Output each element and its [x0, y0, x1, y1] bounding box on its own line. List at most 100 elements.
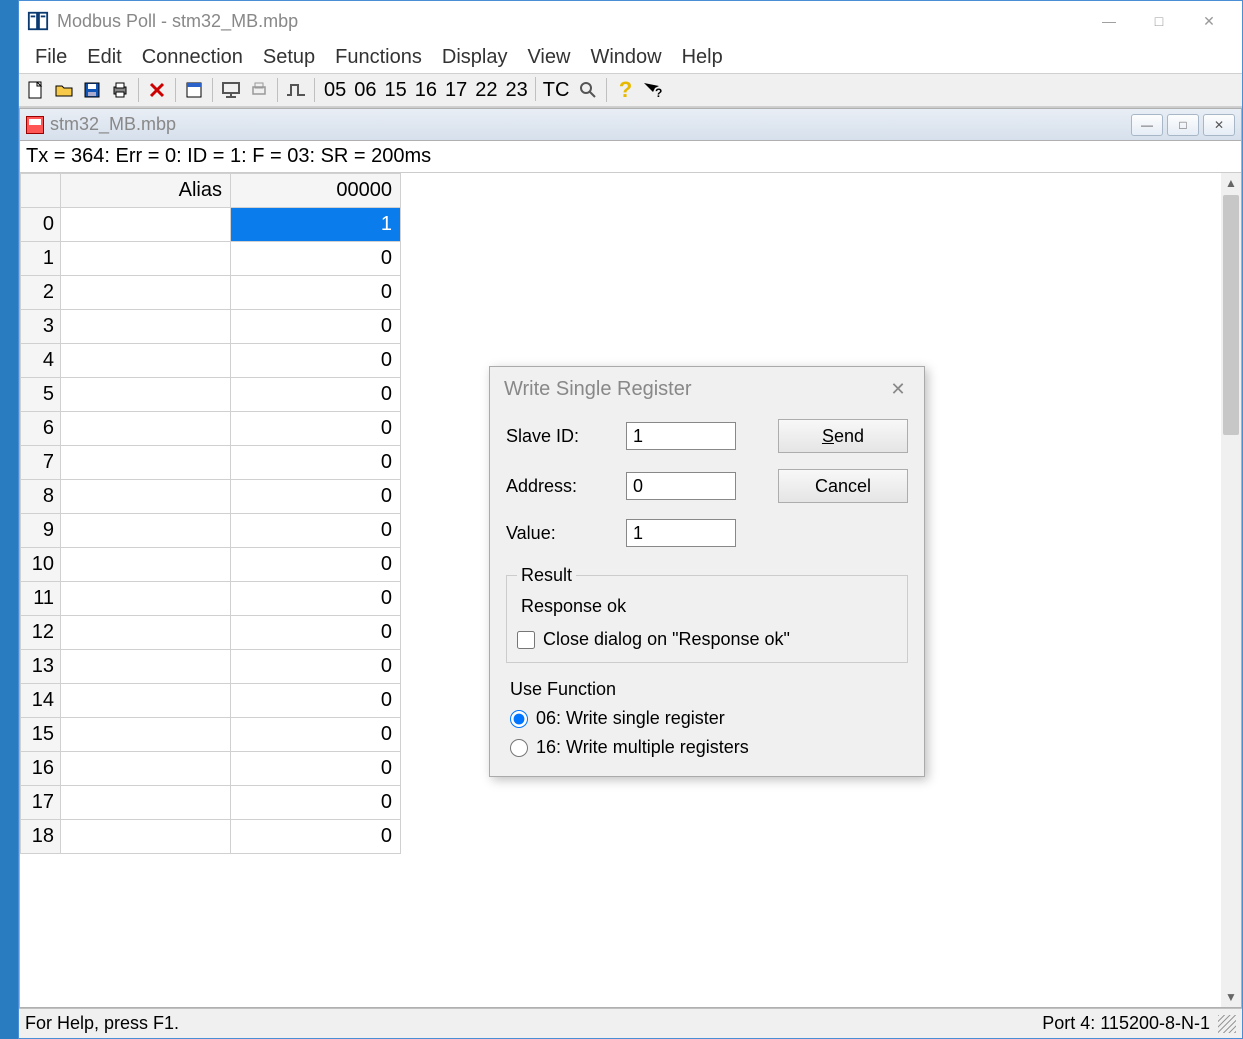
- row-header[interactable]: 15: [21, 718, 61, 752]
- function-16-radio[interactable]: 16: Write multiple registers: [510, 733, 904, 762]
- alias-cell[interactable]: [61, 650, 231, 684]
- help-icon[interactable]: ?: [612, 77, 638, 103]
- value-cell[interactable]: 0: [231, 718, 401, 752]
- resize-grip-icon[interactable]: [1218, 1015, 1236, 1033]
- function-06-radio[interactable]: 06: Write single register: [510, 704, 904, 733]
- delete-icon[interactable]: [144, 77, 170, 103]
- function-06-input[interactable]: [510, 710, 528, 728]
- alias-cell[interactable]: [61, 446, 231, 480]
- column-alias[interactable]: Alias: [61, 174, 231, 208]
- row-header[interactable]: 16: [21, 752, 61, 786]
- cancel-button[interactable]: Cancel: [778, 469, 908, 503]
- alias-cell[interactable]: [61, 752, 231, 786]
- toolbar-16[interactable]: 16: [411, 77, 441, 103]
- table-row[interactable]: 01: [21, 208, 401, 242]
- alias-cell[interactable]: [61, 344, 231, 378]
- value-cell[interactable]: 0: [231, 650, 401, 684]
- row-header[interactable]: 11: [21, 582, 61, 616]
- value-cell[interactable]: 0: [231, 514, 401, 548]
- alias-cell[interactable]: [61, 310, 231, 344]
- close-on-ok-checkbox[interactable]: Close dialog on "Response ok": [517, 625, 897, 654]
- table-row[interactable]: 20: [21, 276, 401, 310]
- table-row[interactable]: 80: [21, 480, 401, 514]
- value-cell[interactable]: 1: [231, 208, 401, 242]
- alias-cell[interactable]: [61, 786, 231, 820]
- menu-file[interactable]: File: [25, 44, 77, 71]
- toolbar-17[interactable]: 17: [441, 77, 471, 103]
- child-minimize-button[interactable]: —: [1131, 114, 1163, 136]
- row-header[interactable]: 18: [21, 820, 61, 854]
- alias-cell[interactable]: [61, 378, 231, 412]
- scroll-up-icon[interactable]: ▲: [1221, 173, 1241, 193]
- column-00000[interactable]: 00000: [231, 174, 401, 208]
- send-button[interactable]: Send: [778, 419, 908, 453]
- toolbar-23[interactable]: 23: [502, 77, 532, 103]
- menu-window[interactable]: Window: [580, 44, 671, 71]
- table-row[interactable]: 10: [21, 242, 401, 276]
- table-row[interactable]: 50: [21, 378, 401, 412]
- alias-cell[interactable]: [61, 616, 231, 650]
- row-header[interactable]: 1: [21, 242, 61, 276]
- row-header[interactable]: 10: [21, 548, 61, 582]
- table-row[interactable]: 11 0: [21, 582, 401, 616]
- value-input[interactable]: [626, 519, 736, 547]
- table-row[interactable]: 18 0: [21, 820, 401, 854]
- alias-cell[interactable]: [61, 548, 231, 582]
- pulse-icon[interactable]: [283, 77, 309, 103]
- maximize-button[interactable]: □: [1134, 6, 1184, 36]
- menu-display[interactable]: Display: [432, 44, 518, 71]
- table-row[interactable]: 60: [21, 412, 401, 446]
- table-row[interactable]: 160: [21, 752, 401, 786]
- row-header[interactable]: 12: [21, 616, 61, 650]
- value-cell[interactable]: 0: [231, 412, 401, 446]
- monitor-icon[interactable]: [218, 77, 244, 103]
- alias-cell[interactable]: [61, 480, 231, 514]
- scroll-thumb[interactable]: [1223, 195, 1239, 435]
- alias-cell[interactable]: [61, 684, 231, 718]
- address-input[interactable]: [626, 472, 736, 500]
- table-row[interactable]: 13 0: [21, 650, 401, 684]
- minimize-button[interactable]: —: [1084, 6, 1134, 36]
- table-row[interactable]: 12 0: [21, 616, 401, 650]
- row-header[interactable]: 17: [21, 786, 61, 820]
- row-header[interactable]: 0: [21, 208, 61, 242]
- new-icon[interactable]: [23, 77, 49, 103]
- table-row[interactable]: 10 0: [21, 548, 401, 582]
- alias-cell[interactable]: [61, 242, 231, 276]
- slave-id-input[interactable]: [626, 422, 736, 450]
- save-icon[interactable]: [79, 77, 105, 103]
- menu-help[interactable]: Help: [672, 44, 733, 71]
- value-cell[interactable]: 0: [231, 820, 401, 854]
- menu-setup[interactable]: Setup: [253, 44, 325, 71]
- value-cell[interactable]: 0: [231, 446, 401, 480]
- value-cell[interactable]: 0: [231, 242, 401, 276]
- scroll-down-icon[interactable]: ▼: [1221, 987, 1241, 1007]
- row-header[interactable]: 7: [21, 446, 61, 480]
- table-row[interactable]: 70: [21, 446, 401, 480]
- value-cell[interactable]: 0: [231, 548, 401, 582]
- table-row[interactable]: 17 0: [21, 786, 401, 820]
- value-cell[interactable]: 0: [231, 276, 401, 310]
- toolbar-tc[interactable]: TC: [539, 77, 574, 103]
- menu-view[interactable]: View: [517, 44, 580, 71]
- value-cell[interactable]: 0: [231, 344, 401, 378]
- value-cell[interactable]: 0: [231, 616, 401, 650]
- table-row[interactable]: 90: [21, 514, 401, 548]
- alias-cell[interactable]: [61, 718, 231, 752]
- print-icon[interactable]: [107, 77, 133, 103]
- toolbar-06[interactable]: 06: [350, 77, 380, 103]
- value-cell[interactable]: 0: [231, 582, 401, 616]
- row-header[interactable]: 13: [21, 650, 61, 684]
- alias-cell[interactable]: [61, 514, 231, 548]
- window-icon[interactable]: [181, 77, 207, 103]
- table-row[interactable]: 15 0: [21, 718, 401, 752]
- alias-cell[interactable]: [61, 412, 231, 446]
- toolbar-05[interactable]: 05: [320, 77, 350, 103]
- value-cell[interactable]: 0: [231, 378, 401, 412]
- alias-cell[interactable]: [61, 276, 231, 310]
- magnify-icon[interactable]: [575, 77, 601, 103]
- child-close-button[interactable]: ✕: [1203, 114, 1235, 136]
- value-cell[interactable]: 0: [231, 786, 401, 820]
- row-header[interactable]: 14: [21, 684, 61, 718]
- dialog-close-button[interactable]: ✕: [886, 377, 910, 401]
